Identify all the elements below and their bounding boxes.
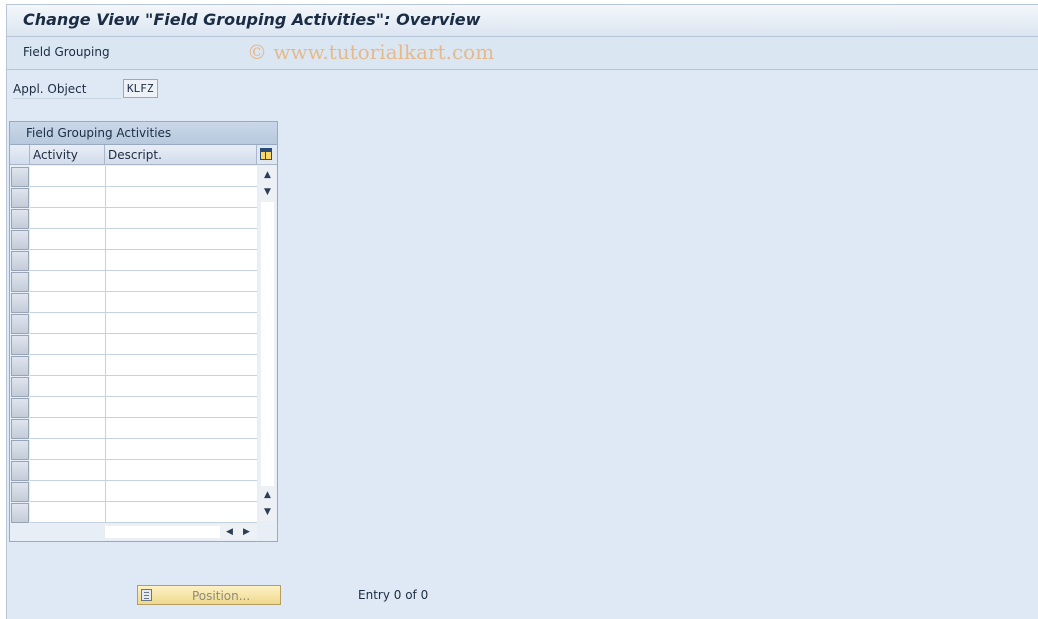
row-selector[interactable] xyxy=(11,377,29,397)
row-selector[interactable] xyxy=(11,167,29,187)
entry-counter: Entry 0 of 0 xyxy=(358,588,429,602)
description-cell[interactable] xyxy=(106,418,257,439)
description-cell[interactable] xyxy=(106,481,257,502)
row-selector[interactable] xyxy=(11,209,29,229)
row-selector[interactable] xyxy=(11,251,29,271)
table-row xyxy=(10,166,257,187)
description-cell[interactable] xyxy=(106,355,257,376)
row-selector[interactable] xyxy=(11,314,29,334)
table-title: Field Grouping Activities xyxy=(26,126,172,140)
position-icon xyxy=(141,589,152,601)
scroll-right-icon[interactable]: ▶ xyxy=(240,525,253,539)
row-selector[interactable] xyxy=(11,440,29,460)
table-row xyxy=(10,502,257,523)
row-selector[interactable] xyxy=(11,398,29,418)
table-row xyxy=(10,250,257,271)
table-row xyxy=(10,292,257,313)
table-row xyxy=(10,334,257,355)
column-header-description[interactable]: Descript. xyxy=(105,145,257,165)
row-selector[interactable] xyxy=(11,293,29,313)
description-cell[interactable] xyxy=(106,376,257,397)
table-title-bar: Field Grouping Activities xyxy=(10,122,277,145)
select-all-header[interactable] xyxy=(10,145,30,165)
activity-cell[interactable] xyxy=(30,166,106,187)
table-row xyxy=(10,355,257,376)
row-selector[interactable] xyxy=(11,503,29,523)
position-button-label: Position... xyxy=(192,589,251,603)
activity-cell[interactable] xyxy=(30,439,106,460)
title-bar: Change View "Field Grouping Activities":… xyxy=(7,5,1038,37)
table-row xyxy=(10,439,257,460)
row-selector[interactable] xyxy=(11,482,29,502)
description-cell[interactable] xyxy=(106,439,257,460)
activity-cell[interactable] xyxy=(30,313,106,334)
row-selector[interactable] xyxy=(11,356,29,376)
table-row xyxy=(10,271,257,292)
description-cell[interactable] xyxy=(106,313,257,334)
appl-object-label: Appl. Object xyxy=(13,82,121,99)
activity-cell[interactable] xyxy=(30,271,106,292)
table-row xyxy=(10,418,257,439)
table-row xyxy=(10,313,257,334)
horizontal-scrollbar[interactable]: ◀ ▶ xyxy=(105,524,257,539)
description-cell[interactable] xyxy=(106,166,257,187)
description-cell[interactable] xyxy=(106,187,257,208)
column-header-activity[interactable]: Activity xyxy=(30,145,105,165)
activity-cell[interactable] xyxy=(30,418,106,439)
position-button[interactable]: Position... xyxy=(137,585,281,605)
field-grouping-activities-table: Field Grouping Activities Activity Descr… xyxy=(9,121,278,542)
table-row xyxy=(10,208,257,229)
activity-cell[interactable] xyxy=(30,481,106,502)
horizontal-scroll-track[interactable] xyxy=(105,526,220,538)
activity-cell[interactable] xyxy=(30,376,106,397)
scroll-page-up-icon[interactable]: ▲ xyxy=(261,488,274,502)
row-selector[interactable] xyxy=(11,188,29,208)
description-cell[interactable] xyxy=(106,271,257,292)
activity-cell[interactable] xyxy=(30,460,106,481)
scroll-down-icon[interactable]: ▼ xyxy=(261,185,274,199)
row-selector[interactable] xyxy=(11,419,29,439)
appl-object-field[interactable]: KLFZ xyxy=(123,79,158,98)
description-cell[interactable] xyxy=(106,502,257,523)
activity-cell[interactable] xyxy=(30,187,106,208)
table-row xyxy=(10,229,257,250)
activity-cell[interactable] xyxy=(30,334,106,355)
description-cell[interactable] xyxy=(106,250,257,271)
page-title: Change View "Field Grouping Activities":… xyxy=(23,10,481,29)
row-selector[interactable] xyxy=(11,230,29,250)
table-row xyxy=(10,481,257,502)
table-body xyxy=(10,166,257,523)
activity-cell[interactable] xyxy=(30,208,106,229)
activity-cell[interactable] xyxy=(30,355,106,376)
activity-cell[interactable] xyxy=(30,397,106,418)
activity-cell[interactable] xyxy=(30,229,106,250)
row-selector[interactable] xyxy=(11,272,29,292)
table-settings-icon xyxy=(260,148,272,160)
scroll-up-icon[interactable]: ▲ xyxy=(261,168,274,182)
table-row xyxy=(10,460,257,481)
watermark-text: © www.tutorialkart.com xyxy=(247,40,495,64)
main-frame: Change View "Field Grouping Activities":… xyxy=(6,4,1038,619)
row-selector[interactable] xyxy=(11,335,29,355)
table-settings-button[interactable] xyxy=(257,145,277,165)
table-row xyxy=(10,397,257,418)
activity-cell[interactable] xyxy=(30,250,106,271)
description-cell[interactable] xyxy=(106,460,257,481)
description-cell[interactable] xyxy=(106,334,257,355)
scroll-left-icon[interactable]: ◀ xyxy=(223,525,236,539)
row-selector[interactable] xyxy=(11,461,29,481)
table-row xyxy=(10,376,257,397)
description-cell[interactable] xyxy=(106,208,257,229)
field-grouping-button[interactable]: Field Grouping xyxy=(17,45,116,59)
application-toolbar: Field Grouping © www.tutorialkart.com xyxy=(7,37,1038,70)
activity-cell[interactable] xyxy=(30,502,106,523)
vertical-scroll-track[interactable] xyxy=(261,202,274,486)
activity-cell[interactable] xyxy=(30,292,106,313)
vertical-scrollbar[interactable]: ▲ ▼ ▲ ▼ xyxy=(259,166,276,521)
scroll-page-down-icon[interactable]: ▼ xyxy=(261,505,274,519)
table-row xyxy=(10,187,257,208)
description-cell[interactable] xyxy=(106,292,257,313)
description-cell[interactable] xyxy=(106,397,257,418)
description-cell[interactable] xyxy=(106,229,257,250)
